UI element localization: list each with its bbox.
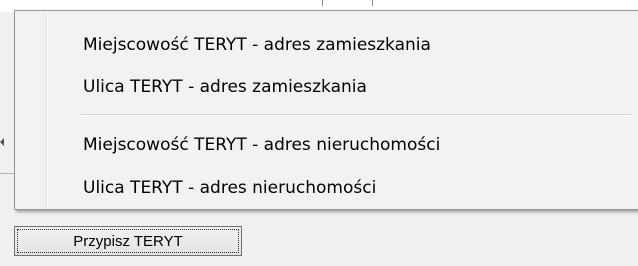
menu-item-miejscowosc-nieruchomosci[interactable]: Miejscowość TERYT - adres nieruchomości [17,128,637,162]
menu-separator [81,114,631,116]
menu-item-miejscowosc-zamieszkania[interactable]: Miejscowość TERYT - adres zamieszkania [17,28,637,62]
background-tick [372,0,373,6]
menu-item-ulica-nieruchomosci[interactable]: Ulica TERYT - adres nieruchomości [17,171,637,205]
background-tick [322,0,323,6]
context-menu: Miejscowość TERYT - adres zamieszkania U… [14,10,638,210]
assign-teryt-button[interactable]: Przypisz TERYT [14,226,242,256]
scroll-left-arrow-icon [0,138,4,146]
menu-item-ulica-zamieszkania[interactable]: Ulica TERYT - adres zamieszkania [17,70,637,104]
assign-teryt-button-label: Przypisz TERYT [17,229,239,253]
